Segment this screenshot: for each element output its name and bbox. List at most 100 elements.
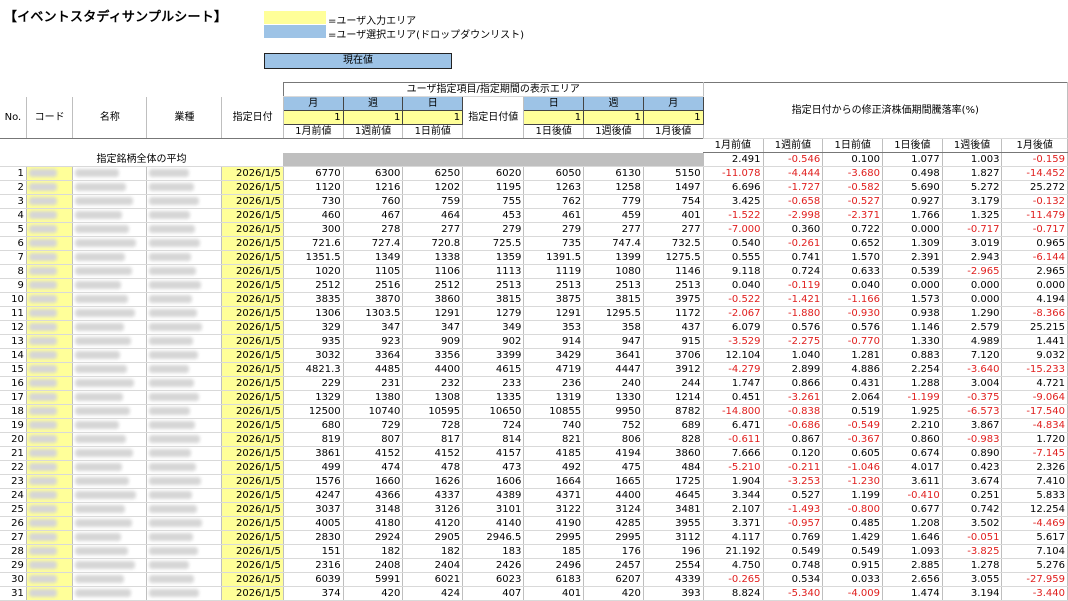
date-input[interactable]: 2026/1/5: [221, 292, 284, 307]
code-cell-redacted[interactable]: [26, 264, 74, 279]
code-cell-redacted[interactable]: [26, 488, 74, 503]
date-input[interactable]: 2026/1/5: [221, 250, 284, 265]
code-cell-redacted[interactable]: [26, 432, 74, 447]
table-row: 31 2026/1/5 374 420 424 407 401 420 393 8.824 -5.3…: [0, 586, 1068, 601]
code-cell-redacted[interactable]: [26, 166, 74, 181]
date-input[interactable]: 2026/1/5: [221, 278, 284, 293]
date-input[interactable]: 2026/1/5: [221, 306, 284, 321]
price-value: 4247: [283, 488, 344, 503]
date-input[interactable]: 2026/1/5: [221, 446, 284, 461]
before-month-input[interactable]: 1: [282, 110, 344, 125]
price-value: 3875: [523, 292, 585, 307]
code-cell-redacted[interactable]: [26, 348, 74, 363]
date-input[interactable]: 2026/1/5: [221, 320, 284, 335]
date-input[interactable]: 2026/1/5: [221, 376, 284, 391]
date-input[interactable]: 2026/1/5: [221, 334, 284, 349]
before-day-input[interactable]: 1: [402, 110, 464, 125]
date-input[interactable]: 2026/1/5: [221, 264, 284, 279]
code-cell-redacted[interactable]: [26, 474, 74, 489]
date-input[interactable]: 2026/1/5: [221, 474, 284, 489]
code-cell-redacted[interactable]: [26, 502, 74, 517]
price-value: 6020: [462, 166, 525, 181]
price-value: 4615: [462, 362, 525, 377]
code-cell-redacted[interactable]: [26, 558, 74, 573]
industry-cell-redacted: [146, 404, 223, 419]
row-number: 20: [0, 432, 27, 447]
after-unit-month-select[interactable]: 月: [642, 96, 704, 111]
code-cell-redacted[interactable]: [26, 180, 74, 195]
after-unit-day-select[interactable]: 日: [523, 96, 585, 111]
code-cell-redacted[interactable]: [26, 236, 74, 251]
date-input[interactable]: 2026/1/5: [221, 530, 284, 545]
code-cell-redacted[interactable]: [26, 222, 74, 237]
date-input[interactable]: 2026/1/5: [221, 362, 284, 377]
current-value-button[interactable]: 現在値: [264, 53, 452, 69]
before-unit-day-select[interactable]: 日: [402, 96, 464, 111]
redacted-text: [149, 239, 201, 247]
after-day-input[interactable]: 1: [523, 110, 585, 125]
redacted-text: [75, 197, 134, 205]
date-input[interactable]: 2026/1/5: [221, 236, 284, 251]
code-cell-redacted[interactable]: [26, 194, 74, 209]
date-input[interactable]: 2026/1/5: [221, 558, 284, 573]
redacted-text: [149, 575, 195, 583]
col-header-after-week: 1週後値: [583, 124, 644, 139]
date-input[interactable]: 2026/1/5: [221, 166, 284, 181]
date-input[interactable]: 2026/1/5: [221, 348, 284, 363]
date-input[interactable]: 2026/1/5: [221, 390, 284, 405]
date-input[interactable]: 2026/1/5: [221, 572, 284, 587]
before-unit-week-select[interactable]: 週: [342, 96, 404, 111]
redacted-text: [75, 393, 124, 401]
code-cell-redacted[interactable]: [26, 320, 74, 335]
price-value: 1216: [343, 180, 404, 195]
code-cell-redacted[interactable]: [26, 446, 74, 461]
redacted-text: [75, 351, 121, 359]
price-value: 730: [283, 194, 344, 209]
name-cell-redacted: [72, 264, 148, 279]
code-cell-redacted[interactable]: [26, 390, 74, 405]
code-cell-redacted[interactable]: [26, 306, 74, 321]
date-input[interactable]: 2026/1/5: [221, 460, 284, 475]
date-input[interactable]: 2026/1/5: [221, 432, 284, 447]
code-cell-redacted[interactable]: [26, 572, 74, 587]
date-input[interactable]: 2026/1/5: [221, 586, 284, 601]
code-cell-redacted[interactable]: [26, 418, 74, 433]
rate-value: 25.272: [1001, 180, 1068, 195]
code-cell-redacted[interactable]: [26, 530, 74, 545]
code-cell-redacted[interactable]: [26, 278, 74, 293]
before-week-input[interactable]: 1: [342, 110, 404, 125]
date-input[interactable]: 2026/1/5: [221, 502, 284, 517]
code-cell-redacted[interactable]: [26, 362, 74, 377]
code-cell-redacted[interactable]: [26, 292, 74, 307]
code-cell-redacted[interactable]: [26, 376, 74, 391]
code-cell-redacted[interactable]: [26, 516, 74, 531]
code-cell-redacted[interactable]: [26, 250, 74, 265]
after-week-input[interactable]: 1: [583, 110, 644, 125]
price-value: 720.8: [402, 236, 464, 251]
date-input[interactable]: 2026/1/5: [221, 404, 284, 419]
date-input[interactable]: 2026/1/5: [221, 488, 284, 503]
code-cell-redacted[interactable]: [26, 404, 74, 419]
date-input[interactable]: 2026/1/5: [221, 194, 284, 209]
code-cell-redacted[interactable]: [26, 208, 74, 223]
code-cell-redacted[interactable]: [26, 460, 74, 475]
rate-value: 3.867: [942, 418, 1003, 433]
after-month-input[interactable]: 1: [642, 110, 704, 125]
code-cell-redacted[interactable]: [26, 586, 74, 601]
date-input[interactable]: 2026/1/5: [221, 418, 284, 433]
rate-value: -3.261: [763, 390, 824, 405]
code-cell-redacted[interactable]: [26, 334, 74, 349]
redacted-text: [149, 211, 191, 219]
date-input[interactable]: 2026/1/5: [221, 516, 284, 531]
select-area-swatch: [264, 25, 326, 38]
code-cell-redacted[interactable]: [26, 544, 74, 559]
name-cell-redacted: [72, 194, 148, 209]
after-unit-week-select[interactable]: 週: [583, 96, 644, 111]
industry-cell-redacted: [146, 250, 223, 265]
date-input[interactable]: 2026/1/5: [221, 544, 284, 559]
before-unit-month-select[interactable]: 月: [282, 96, 344, 111]
date-input[interactable]: 2026/1/5: [221, 208, 284, 223]
date-input[interactable]: 2026/1/5: [221, 180, 284, 195]
date-input[interactable]: 2026/1/5: [221, 222, 284, 237]
rate-value: -1.046: [822, 460, 884, 475]
